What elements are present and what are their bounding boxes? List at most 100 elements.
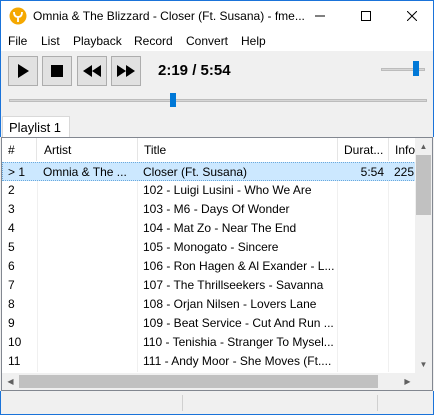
table-row[interactable]: 2 102 - Luigi Lusini - Who We Are [2, 181, 416, 200]
stop-button[interactable] [42, 56, 72, 86]
scroll-up-icon[interactable]: ▲ [415, 138, 432, 155]
cell-title: 109 - Beat Service - Cut And Run ... [143, 316, 334, 330]
cell-title: 102 - Luigi Lusini - Who We Are [143, 183, 312, 197]
cell-info [394, 202, 416, 218]
scroll-down-icon[interactable]: ▼ [415, 356, 432, 373]
cell-artist: Omnia & The ... [43, 165, 127, 179]
menu-convert[interactable]: Convert [186, 34, 228, 48]
menu-file[interactable]: File [8, 34, 27, 48]
table-row[interactable]: > 1 Omnia & The ... Closer (Ft. Susana) 5:5… [2, 162, 416, 181]
cell-artist [43, 221, 135, 237]
cell-title: 108 - Orjan Nilsen - Lovers Lane [143, 297, 317, 311]
cell-title: 105 - Monogato - Sincere [143, 240, 279, 254]
cell-duration: 5:54 [360, 165, 384, 179]
cell-number: 4 [8, 221, 15, 235]
cell-number: 7 [8, 278, 15, 292]
app-logo-icon [9, 7, 27, 25]
menu-list[interactable]: List [41, 34, 60, 48]
maximize-button[interactable] [343, 1, 389, 31]
scroll-right-icon[interactable]: ▶ [399, 373, 416, 390]
cell-number: 5 [8, 240, 15, 254]
table-row[interactable]: 10 110 - Tenishia - Stranger To Mysel... [2, 333, 416, 352]
cell-info [394, 278, 416, 294]
stop-icon [51, 65, 63, 77]
cell-artist [43, 202, 135, 218]
cell-title: 104 - Mat Zo - Near The End [143, 221, 297, 235]
cell-number: 9 [8, 316, 15, 330]
cell-artist [43, 354, 135, 370]
column-header-info[interactable]: Info [389, 138, 416, 161]
vertical-scroll-thumb[interactable] [416, 155, 431, 215]
cell-title: 103 - M6 - Days Of Wonder [143, 202, 290, 216]
cell-duration [342, 335, 384, 351]
cell-number: 10 [8, 335, 22, 349]
cell-duration [342, 278, 384, 294]
cell-number: 2 [8, 183, 15, 197]
table-row[interactable]: 9 109 - Beat Service - Cut And Run ... [2, 314, 416, 333]
cell-title: Closer (Ft. Susana) [143, 165, 248, 179]
fast-forward-button[interactable] [111, 56, 141, 86]
play-button[interactable] [8, 56, 38, 86]
table-row[interactable]: 7 107 - The Thrillseekers - Savanna [2, 276, 416, 295]
scroll-left-icon[interactable]: ◀ [2, 373, 19, 390]
cell-duration [342, 354, 384, 370]
cell-duration [342, 316, 384, 332]
menu-record[interactable]: Record [134, 34, 173, 48]
menu-playback[interactable]: Playback [73, 34, 122, 48]
cell-title: 107 - The Thrillseekers - Savanna [143, 278, 324, 292]
window-title: Omnia & The Blizzard - Closer (Ft. Susan… [33, 9, 305, 23]
cell-info [394, 297, 416, 313]
fast-forward-icon [117, 65, 135, 77]
minimize-button[interactable] [297, 1, 343, 31]
scroll-corner [415, 373, 432, 390]
vertical-scrollbar[interactable]: ▲ ▼ [415, 138, 432, 373]
cell-duration [342, 221, 384, 237]
horizontal-scroll-thumb[interactable] [19, 375, 378, 388]
seek-bar[interactable] [9, 99, 427, 102]
cell-info [394, 183, 416, 199]
cell-info [394, 240, 416, 256]
close-button[interactable] [389, 1, 434, 31]
cell-info [394, 316, 416, 332]
cell-artist [43, 278, 135, 294]
playback-time: 2:19 / 5:54 [158, 62, 231, 79]
status-divider [182, 395, 183, 411]
table-row[interactable]: 8 108 - Orjan Nilsen - Lovers Lane [2, 295, 416, 314]
seek-bar-thumb[interactable] [170, 93, 176, 107]
cell-number: 11 [8, 354, 21, 368]
rewind-button[interactable] [77, 56, 107, 86]
menu-help[interactable]: Help [241, 34, 266, 48]
menu-bar: File List Playback Record Convert Help [0, 31, 434, 51]
cell-artist [43, 259, 135, 275]
play-icon [18, 64, 29, 78]
table-row[interactable]: 3 103 - M6 - Days Of Wonder [2, 200, 416, 219]
cell-number: 6 [8, 259, 15, 273]
column-header-artist[interactable]: Artist [38, 138, 138, 161]
status-bar [0, 391, 434, 415]
table-row[interactable]: 5 105 - Monogato - Sincere [2, 238, 416, 257]
column-header-duration[interactable]: Durat... [338, 138, 389, 161]
close-icon [407, 11, 417, 21]
cell-artist [43, 297, 135, 313]
table-row[interactable]: 11 111 - Andy Moor - She Moves (Ft.... [2, 352, 416, 371]
cell-duration [342, 297, 384, 313]
table-row[interactable]: 4 104 - Mat Zo - Near The End [2, 219, 416, 238]
column-header-number[interactable]: # [2, 138, 37, 161]
cell-number: > 1 [8, 165, 26, 179]
table-row[interactable]: 6 106 - Ron Hagen & Al Exander - L... [2, 257, 416, 276]
maximize-icon [361, 11, 371, 21]
cell-info [394, 259, 416, 275]
column-header-title[interactable]: Title [138, 138, 338, 161]
cell-duration [342, 259, 384, 275]
cell-artist [43, 240, 135, 256]
cell-duration [342, 183, 384, 199]
cell-info [394, 335, 416, 351]
cell-number: 8 [8, 297, 15, 311]
cell-artist [43, 335, 135, 351]
tab-playlist-1[interactable]: Playlist 1 [2, 116, 70, 138]
cell-info [394, 221, 416, 237]
horizontal-scrollbar[interactable]: ◀ ▶ [2, 373, 416, 390]
cell-artist [43, 183, 135, 199]
cell-info [394, 354, 416, 370]
volume-slider-thumb[interactable] [413, 61, 419, 76]
